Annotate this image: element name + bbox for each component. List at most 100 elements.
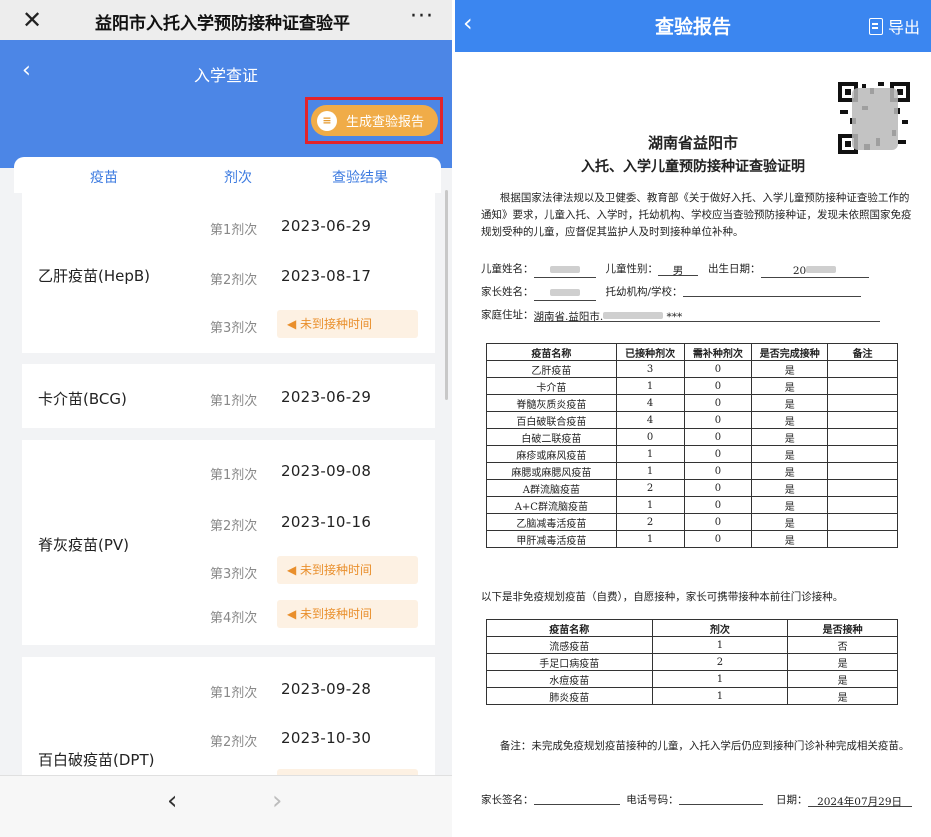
address-label: 家庭住址： [481,309,534,321]
table-cell [827,360,898,378]
school-label: 托幼机构/学校： [605,286,683,298]
table-cell: 疫苗名称 [486,343,617,361]
dose-label: 第2剂次 [210,519,258,534]
table-cell [827,462,898,480]
export-label: 导出 [888,18,921,37]
table-cell: 是否完成接种 [751,343,829,361]
pending-status-badge: ◀ 未到接种时间 [277,556,418,584]
child-info-line: 儿童姓名： 儿童性别：男 出生日期： 20 [481,261,869,278]
table-cell: 0 [615,428,685,446]
table-cell: 2 [651,653,789,671]
table-cell: 2 [615,479,685,497]
dose-label: 第3剂次 [210,321,258,336]
table-cell: 乙肝疫苗 [486,360,617,378]
column-dose: 剂次 [224,170,252,186]
address-mask: *** [666,311,683,323]
table-header-row: 疫苗名称 剂次 是否接种 [486,619,898,637]
dose-label: 第2剂次 [210,735,258,750]
table-cell: 是否接种 [787,619,898,637]
report-title-province: 湖南省益阳市 [647,134,738,152]
vaccine-name: 卡介苗(BCG) [38,390,127,408]
table-cell: 0 [683,462,753,480]
nav-back-icon[interactable]: ‹ [167,786,177,816]
vaccine-card-pv[interactable]: 脊灰疫苗(PV) 第1剂次 2023-09-08 第2剂次 2023-10-16… [22,440,435,645]
table-cell: 3 [615,360,685,378]
parent-info-line: 家长姓名： 托幼机构/学校： [481,284,861,301]
dose-label: 第4剂次 [210,611,258,626]
report-screen: ‹ 查验报告 导出 湖南省益阳市 入托、入学儿童预防接种证查验证明 根据国家法律… [455,0,931,837]
table-cell: 1 [615,530,685,548]
wechat-title-bar: ✕ 益阳市入托入学预防接种证查验平 ··· [0,0,452,40]
table-cell: 剂次 [651,619,789,637]
table-cell: 0 [683,479,753,497]
table-cell: 备注 [827,343,898,361]
dose-date: 2023-10-16 [281,513,372,531]
scrollbar[interactable] [445,190,448,400]
table-cell: 卡介苗 [486,377,617,395]
table-row: 水痘疫苗 1 是 [486,670,898,688]
table-cell: 百白破联合疫苗 [486,411,617,429]
table-cell: 脊髓灰质炎疫苗 [486,394,617,412]
generate-report-button[interactable]: ≡ 生成查验报告 [311,105,438,136]
table-cell: 是 [751,377,829,395]
table-row: A+C群流脑疫苗 1 0 是 [486,496,898,514]
export-button[interactable]: 导出 [869,14,920,38]
dose-label: 第1剂次 [210,394,258,409]
non-program-note: 以下是非免疫规划疫苗（自费），自愿接种，家长可携带接种本前往门诊接种。 [481,591,844,603]
nav-forward-icon[interactable]: › [272,786,282,816]
table-cell: 是 [751,513,829,531]
table-cell: 0 [683,445,753,463]
table-cell: 已接种剂次 [615,343,685,361]
table-cell [827,496,898,514]
table-cell: 需补种剂次 [683,343,753,361]
dose-label: 第1剂次 [210,223,258,238]
table-cell [827,445,898,463]
table-cell: 流感疫苗 [486,636,653,654]
vaccine-list[interactable]: 乙肝疫苗(HepB) 第1剂次 2023-06-29 第2剂次 2023-08-… [22,193,435,775]
non-program-vaccine-table: 疫苗名称 剂次 是否接种 流感疫苗 1 否手足口病疫苗 2 是水痘疫苗 1 是肺炎疫苗 1 是 [486,619,898,705]
vaccination-check-screen: ✕ 益阳市入托入学预防接种证查验平 ··· ‹ 入学查证 ≡ 生成查验报告 疫苗… [0,0,452,837]
report-intro: 根据国家法律法规以及卫健委、教育部《关于做好入托、入学儿童预防接种证查验工作的通… [481,192,912,238]
dose-label: 第1剂次 [210,686,258,701]
child-name-label: 儿童姓名： [481,263,534,275]
export-icon [869,18,883,35]
table-cell: 1 [651,687,789,705]
table-cell [827,530,898,548]
table-cell [827,377,898,395]
table-cell: 是 [751,394,829,412]
table-cell [827,513,898,531]
table-cell: 否 [787,636,898,654]
close-icon[interactable]: ✕ [22,6,42,34]
table-cell: 1 [615,462,685,480]
address-field: 湖南省.益阳市. *** [533,309,880,323]
vaccine-card-hepb[interactable]: 乙肝疫苗(HepB) 第1剂次 2023-06-29 第2剂次 2023-08-… [22,193,435,353]
table-cell: 白破二联疫苗 [486,428,617,446]
more-icon[interactable]: ··· [410,4,434,29]
table-cell: 2 [615,513,685,531]
vaccine-card-dpt[interactable]: 百白破疫苗(DPT) 第1剂次 2023-09-28 第2剂次 2023-10-… [22,657,435,775]
table-cell: 是 [787,653,898,671]
column-result: 查验结果 [332,170,388,186]
signature-line: 家长签名： 电话号码： 日期： 2024年07月29日 [481,792,912,808]
table-cell: 是 [787,687,898,705]
table-cell: 麻腮或麻腮风疫苗 [486,462,617,480]
vaccine-name: 百白破疫苗(DPT) [38,751,155,769]
table-cell: 4 [615,411,685,429]
browser-nav-bar: ‹ › [0,775,452,837]
table-cell: 1 [651,670,789,688]
table-cell: 水痘疫苗 [486,670,653,688]
parent-name-field [533,288,596,301]
table-row: 百白破联合疫苗 4 0 是 [486,411,898,429]
school-field [682,284,861,297]
table-cell: 是 [751,445,829,463]
table-cell [827,428,898,446]
parent-name-label: 家长姓名： [481,286,534,298]
table-cell: 手足口病疫苗 [486,653,653,671]
report-page-title: 查验报告 [654,16,731,38]
table-cell: 是 [751,530,829,548]
generate-report-label: 生成查验报告 [346,115,425,130]
vaccine-card-bcg[interactable]: 卡介苗(BCG) 第1剂次 2023-06-29 [22,364,435,428]
table-cell: 肺炎疫苗 [486,687,653,705]
document-icon: ≡ [317,110,337,131]
table-cell: 是 [751,496,829,514]
